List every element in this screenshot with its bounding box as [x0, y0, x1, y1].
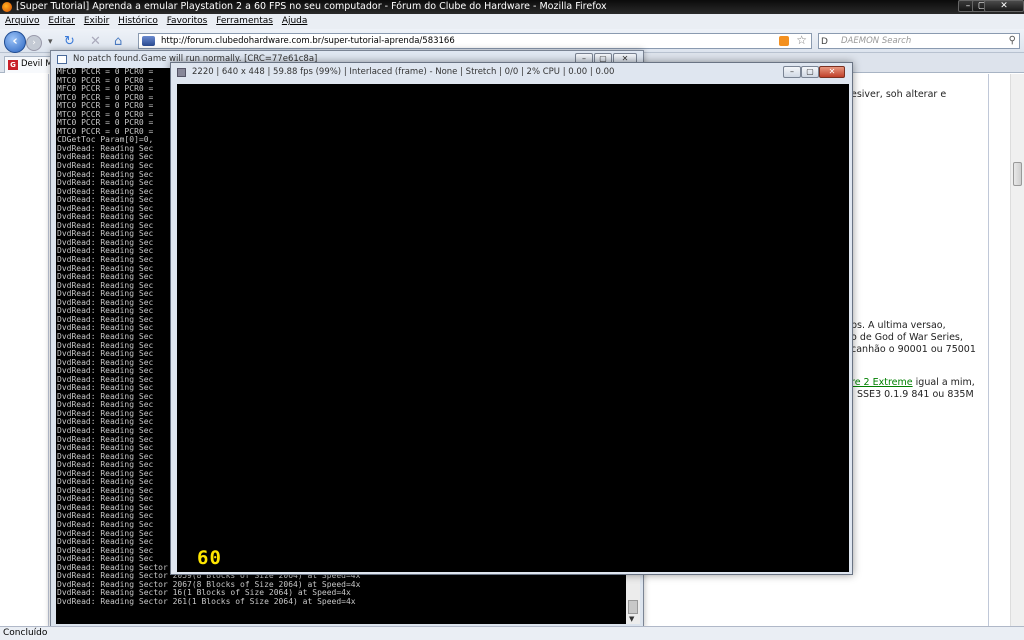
- site-identity-icon[interactable]: [142, 36, 155, 46]
- post-text-after-link: igual a mim,: [912, 377, 975, 388]
- menu-bar: Arquivo Editar Exibir Histórico Favorito…: [0, 14, 1024, 29]
- history-dropdown-icon[interactable]: ▾: [48, 35, 53, 49]
- emulator-title-bar[interactable]: 2220 | 640 x 448 | 59.88 fps (99%) | Int…: [171, 63, 852, 82]
- post-text-line: o de God of War Series,: [851, 332, 963, 343]
- browser-title: [Super Tutorial] Aprenda a emular Playst…: [16, 1, 607, 12]
- emulator-title: 2220 | 640 x 448 | 59.88 fps (99%) | Int…: [192, 67, 615, 77]
- rss-feed-icon[interactable]: [779, 36, 789, 46]
- back-button-icon[interactable]: ‹: [4, 31, 26, 53]
- url-bar[interactable]: http://forum.clubedohardware.com.br/supe…: [138, 33, 812, 49]
- post-link-line: re 2 Extreme igual a mim,: [851, 377, 975, 388]
- menu-favoritos[interactable]: Favoritos: [167, 16, 208, 26]
- emulator-maximize-button[interactable]: ▢: [801, 66, 819, 78]
- menu-ferramentas[interactable]: Ferramentas: [216, 16, 273, 26]
- console-scrollbar-thumb[interactable]: [628, 600, 638, 614]
- post-text-line: canhão o 90001 ou 75001: [851, 344, 976, 355]
- post-text-line: ps. A ultima versao,: [851, 320, 946, 331]
- search-placeholder: DAEMON Search: [841, 36, 912, 46]
- menu-ajuda[interactable]: Ajuda: [282, 16, 308, 26]
- post-text-line: esiver, soh alterar e: [851, 89, 947, 100]
- console-line: DvdRead: Reading Sector 261(1 Blocks of …: [57, 596, 356, 606]
- emulator-minimize-button[interactable]: –: [783, 66, 801, 78]
- emulator-screen[interactable]: 60: [177, 84, 849, 572]
- browser-title-bar: [Super Tutorial] Aprenda a emular Playst…: [0, 0, 1024, 14]
- search-bar[interactable]: D DAEMON Search ⚲: [818, 33, 1020, 49]
- bookmark-star-icon[interactable]: ☆: [796, 33, 807, 47]
- emulator-window[interactable]: 2220 | 640 x 448 | 59.88 fps (99%) | Int…: [170, 62, 853, 575]
- close-button[interactable]: ✕: [984, 0, 1024, 12]
- emulator-close-button[interactable]: ✕: [819, 66, 845, 78]
- status-text: Concluído: [3, 628, 48, 638]
- search-magnifier-icon[interactable]: ⚲: [1009, 34, 1016, 48]
- firefox-icon: [2, 2, 12, 12]
- page-scrollbar-thumb[interactable]: [1013, 162, 1022, 186]
- page-scrollbar[interactable]: [1010, 74, 1024, 626]
- emulator-window-icon: [177, 68, 186, 77]
- reload-icon[interactable]: ↻: [64, 35, 75, 49]
- search-engine-icon[interactable]: D: [821, 35, 835, 47]
- home-icon[interactable]: ⌂: [114, 35, 122, 49]
- tab-favicon-icon: G: [8, 60, 18, 70]
- post-text-line: SSE3 0.1.9 841 ou 835M: [857, 389, 974, 400]
- menu-editar[interactable]: Editar: [48, 16, 75, 26]
- menu-exibir[interactable]: Exibir: [84, 16, 109, 26]
- page-border-left: [48, 74, 49, 626]
- page-border-right: [988, 74, 989, 626]
- forward-button-icon[interactable]: ›: [26, 35, 42, 51]
- scroll-down-arrow-icon[interactable]: ▼: [629, 615, 634, 623]
- post-link[interactable]: re 2 Extreme: [851, 377, 913, 388]
- menu-arquivo[interactable]: Arquivo: [5, 16, 39, 26]
- status-bar: Concluído: [0, 626, 1024, 640]
- url-text: http://forum.clubedohardware.com.br/supe…: [161, 36, 455, 46]
- console-window-icon: [57, 55, 67, 64]
- browser-tab[interactable]: G Devil M: [4, 56, 54, 73]
- stop-icon[interactable]: ✕: [90, 35, 101, 49]
- tab-label: Devil M: [21, 59, 53, 69]
- menu-historico[interactable]: Histórico: [118, 16, 158, 26]
- fps-counter: 60: [197, 547, 222, 569]
